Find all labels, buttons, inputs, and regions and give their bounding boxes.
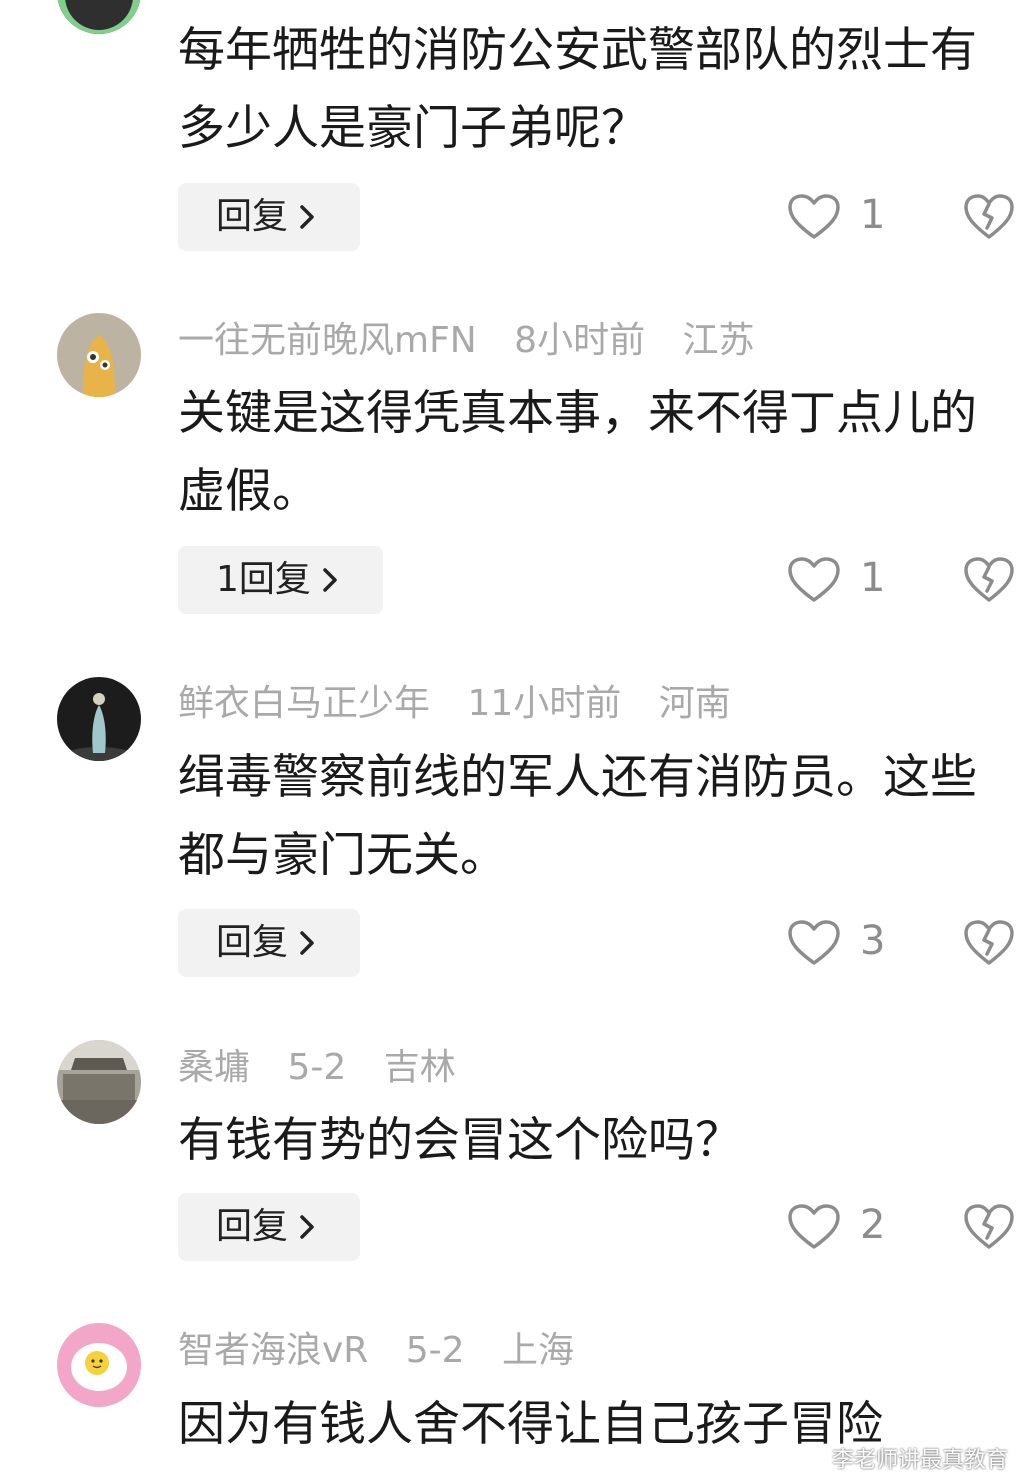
avatar[interactable] <box>57 1040 141 1124</box>
chevron-right-icon <box>300 205 314 229</box>
like-count: 3 <box>860 918 886 964</box>
comment-meta: 桑墉 5-2 吉林 <box>178 1043 482 1093</box>
like-count: 1 <box>860 192 886 238</box>
like-count: 1 <box>860 555 886 601</box>
comment-meta: 智者海浪vR 5-2 上海 <box>178 1326 600 1376</box>
comment-meta: 一往无前晚风mFN 8小时前 江苏 <box>178 316 781 366</box>
broken-heart-icon[interactable] <box>962 192 1016 242</box>
avatar[interactable] <box>57 0 141 34</box>
reply-button[interactable]: 1回复 <box>178 546 383 614</box>
username[interactable]: 鲜衣白马正少年 <box>178 683 430 724</box>
timestamp: 5-2 <box>287 1047 347 1088</box>
heart-outline-icon[interactable] <box>786 1202 842 1252</box>
avatar[interactable] <box>57 313 141 397</box>
chevron-right-icon <box>300 1215 314 1239</box>
username[interactable]: 桑墉 <box>178 1047 250 1088</box>
location: 河南 <box>658 683 731 724</box>
reply-label: 回复 <box>216 922 289 963</box>
reply-button[interactable]: 回复 <box>178 909 360 977</box>
comment-text: 有钱有势的会冒这个险吗？ <box>178 1113 742 1168</box>
reply-button[interactable]: 回复 <box>178 183 360 251</box>
watermark: 李老师讲最真教育 <box>831 1448 1008 1473</box>
comment-list: 每年牺牲的消防公安武警部队的烈士有多少人是豪门子弟呢？ 回复 1 一往无前晚风m… <box>0 0 1018 1478</box>
chevron-right-icon <box>323 568 337 592</box>
broken-heart-icon[interactable] <box>962 1202 1016 1252</box>
location: 江苏 <box>682 320 755 361</box>
chevron-right-icon <box>300 931 314 955</box>
heart-outline-icon[interactable] <box>786 555 842 605</box>
timestamp: 5-2 <box>405 1330 465 1371</box>
heart-outline-icon[interactable] <box>786 918 842 968</box>
reply-button[interactable]: 回复 <box>178 1193 360 1261</box>
avatar[interactable] <box>57 1323 141 1407</box>
comment-text: 每年牺牲的消防公安武警部队的烈士有多少人是豪门子弟呢？ <box>178 23 977 156</box>
heart-outline-icon[interactable] <box>786 192 842 242</box>
comment-text: 缉毒警察前线的军人还有消防员。这些都与豪门无关。 <box>178 750 977 883</box>
location: 吉林 <box>383 1047 456 1088</box>
username[interactable]: 一往无前晚风mFN <box>178 320 477 361</box>
location: 上海 <box>502 1330 575 1371</box>
reply-label: 回复 <box>216 196 289 237</box>
avatar[interactable] <box>57 677 141 761</box>
reply-label: 1回复 <box>216 559 311 600</box>
username[interactable]: 智者海浪vR <box>178 1330 368 1371</box>
reply-label: 回复 <box>216 1206 289 1247</box>
like-count: 2 <box>860 1202 886 1248</box>
broken-heart-icon[interactable] <box>962 555 1016 605</box>
comment-meta: 鲜衣白马正少年 11小时前 河南 <box>178 679 757 729</box>
timestamp: 8小时前 <box>514 320 646 361</box>
comment-text: 关键是这得凭真本事，来不得丁点儿的虚假。 <box>178 386 977 519</box>
broken-heart-icon[interactable] <box>962 918 1016 968</box>
timestamp: 11小时前 <box>467 683 622 724</box>
